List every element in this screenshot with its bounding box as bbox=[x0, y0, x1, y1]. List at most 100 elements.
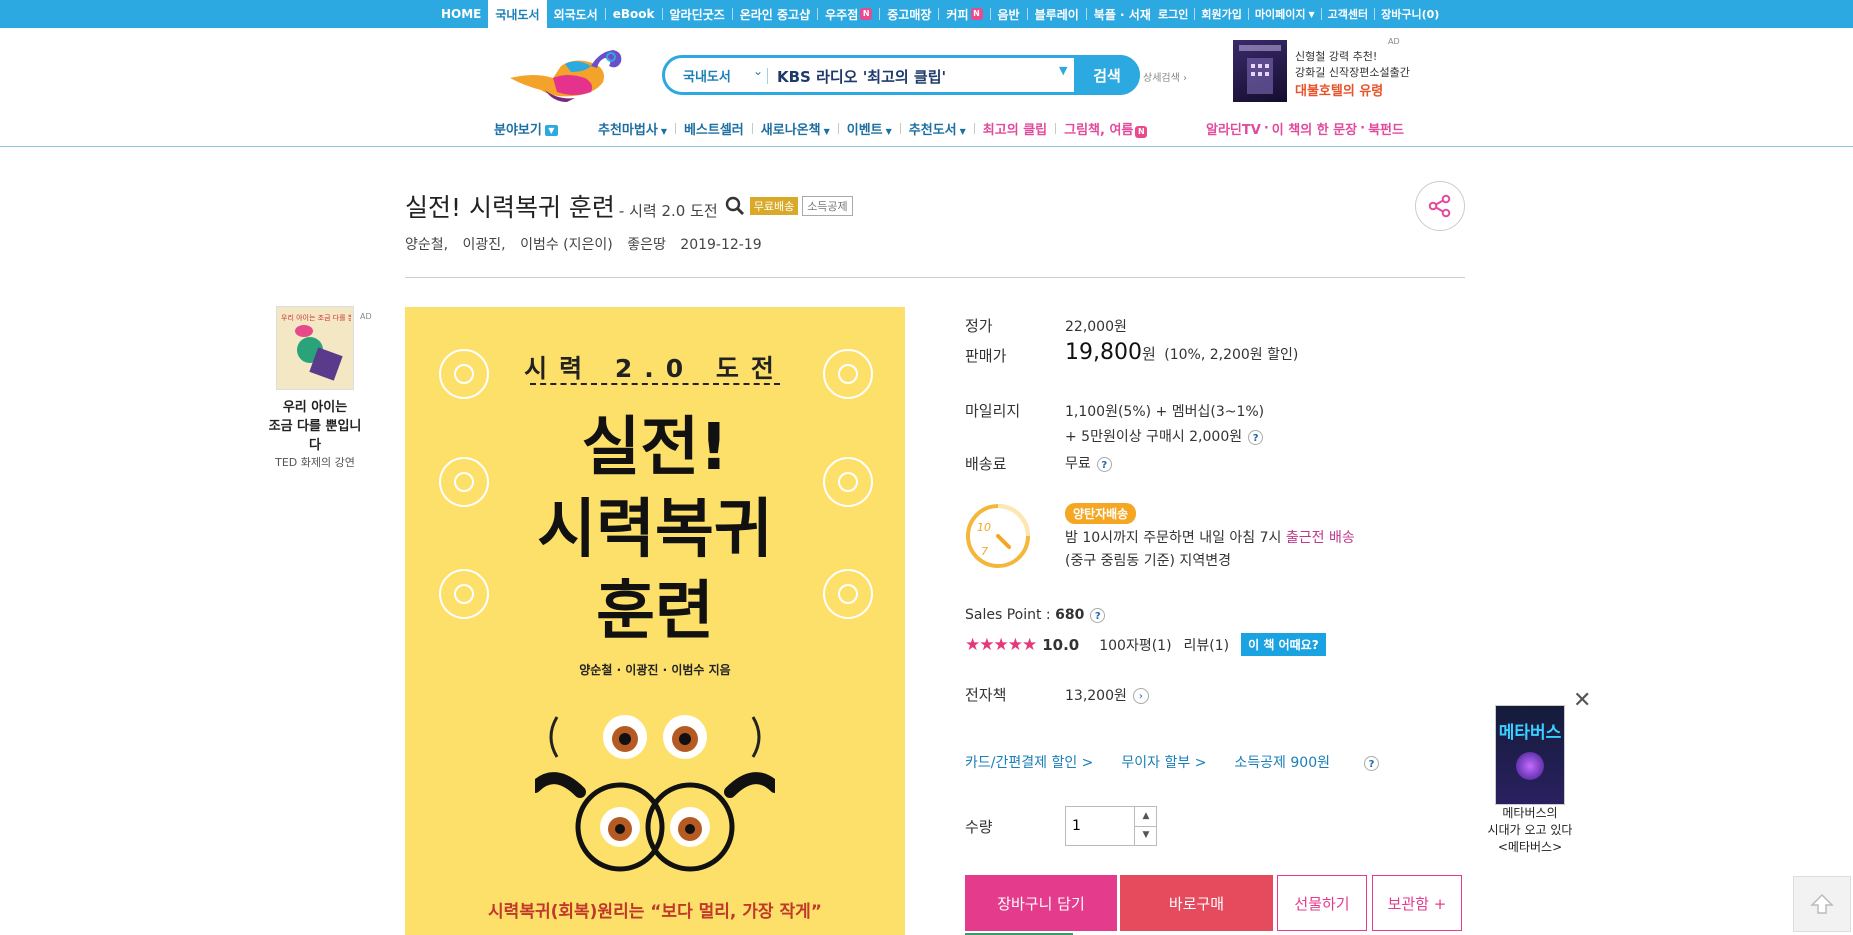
star-rating-icon: ★★★★★ bbox=[965, 634, 1037, 655]
gnb-recommend-wizard[interactable]: 추천마법사 ▼ bbox=[590, 119, 675, 138]
rating-row: ★★★★★ 10.0 100자평(1) 리뷰(1) 이 책 어때요? bbox=[965, 633, 1326, 656]
gnb-new-books-label: 새로나온책 bbox=[760, 122, 821, 138]
eye-exercise-icon bbox=[439, 569, 489, 619]
topnav-used-store[interactable]: 중고매장 bbox=[880, 0, 938, 28]
book-cover-image[interactable]: 시력 2.0 도전 실전! 시력복귀 훈련 양순철 · 이광진 · 이범수 지음… bbox=[405, 307, 905, 935]
topnav-space-store[interactable]: 우주점 N bbox=[818, 0, 879, 28]
topnav-used-shop[interactable]: 온라인 중고샵 bbox=[733, 0, 817, 28]
topnav-foreign-books[interactable]: 외국도서 bbox=[547, 0, 605, 28]
how-is-this-book-button[interactable]: 이 책 어때요? bbox=[1241, 633, 1326, 656]
cover-big-title: 실전! 시력복귀 훈련 bbox=[405, 407, 905, 653]
sales-point: Sales Point : 680? bbox=[965, 607, 1106, 623]
free-shipping-tag: 무료배송 bbox=[749, 197, 799, 215]
search-category-select[interactable]: 국내도서 bbox=[683, 66, 731, 85]
add-to-cart-button[interactable]: 장바구니 담기 bbox=[965, 875, 1117, 931]
share-button[interactable] bbox=[1415, 181, 1465, 231]
login-link[interactable]: 로그인 bbox=[1152, 0, 1194, 28]
category-nav: 분야보기 ▼ bbox=[486, 118, 566, 138]
shipping-row: 무료? bbox=[1065, 453, 1112, 473]
delivery-line-1: 밤 10시까지 주문하면 내일 아침 7시 출근전 배송 bbox=[1065, 527, 1355, 547]
gnb-new-books[interactable]: 새로나온책 ▼ bbox=[753, 119, 838, 138]
top-util-nav: 로그인 회원가입 마이페이지 ▼ 고객센터 장바구니(0) bbox=[1152, 0, 1445, 28]
tax-deduction-text: 소득공제 900원 bbox=[1234, 755, 1330, 771]
gnb-events[interactable]: 이벤트 ▼ bbox=[839, 119, 900, 138]
list-price-label: 정가 bbox=[965, 317, 993, 335]
gnb-bookfund[interactable]: 북펀드 bbox=[1365, 119, 1407, 138]
top-nav-bar: HOME 국내도서 외국도서 eBook 알라딘굿즈 온라인 중고샵 우주점 N … bbox=[0, 0, 1853, 28]
chevron-up-icon[interactable]: ▲ bbox=[1134, 807, 1157, 827]
gnb-category-browse[interactable]: 분야보기 ▼ bbox=[486, 119, 566, 138]
header-ad-banner[interactable]: 신형철 강력 추천! 강화길 신작장편소설출간 대불호텔의 유령 AD bbox=[1233, 37, 1410, 104]
reviews-link[interactable]: 리뷰(1) bbox=[1184, 635, 1230, 655]
topnav-goods[interactable]: 알라딘굿즈 bbox=[663, 0, 732, 28]
right-ad-line-1: 메타버스의 bbox=[1502, 806, 1558, 820]
advanced-search-link[interactable]: 상세검색 › bbox=[1143, 69, 1187, 84]
gnb-bestseller[interactable]: 베스트셀러 bbox=[676, 119, 752, 138]
topnav-ebook[interactable]: eBook bbox=[606, 0, 662, 28]
search-dropdown-icon[interactable]: ▼ bbox=[1059, 64, 1067, 77]
wishlist-button[interactable]: 보관함 + bbox=[1372, 875, 1462, 931]
card-discount-link[interactable]: 카드/간편결제 할인 > bbox=[965, 752, 1093, 772]
mypage-link[interactable]: 마이페이지 ▼ bbox=[1249, 0, 1321, 28]
sale-price-value: 19,800 bbox=[1065, 340, 1142, 365]
gnb-best-clip[interactable]: 최고의 클립 bbox=[975, 119, 1055, 138]
right-ad-line-2: 시대가 오고 있다 bbox=[1487, 823, 1573, 837]
installment-link[interactable]: 무이자 할부 > bbox=[1121, 752, 1206, 772]
gnb-category-label: 분야보기 bbox=[494, 122, 542, 138]
left-ad-cover-text: 우리 아이는 조금 다를 뿐입니다 bbox=[281, 314, 351, 322]
gnb-picture-books[interactable]: 그림책, 여름 N bbox=[1056, 119, 1155, 138]
cart-link[interactable]: 장바구니(0) bbox=[1375, 0, 1445, 28]
mileage-line-2: + 5만원이상 구매시 2,000원? bbox=[1065, 426, 1264, 446]
author-link[interactable]: 이범수 (지은이) bbox=[520, 237, 613, 253]
topnav-coffee[interactable]: 커피 N bbox=[939, 0, 989, 28]
chevron-right-icon[interactable]: › bbox=[1132, 688, 1149, 704]
eye-exercise-icon bbox=[823, 457, 873, 507]
search-icon[interactable] bbox=[724, 195, 746, 217]
signup-link[interactable]: 회원가입 bbox=[1195, 0, 1247, 28]
right-ad-banner[interactable]: 메타버스 메타버스의 시대가 오고 있다 <메타버스> bbox=[1484, 705, 1576, 856]
share-icon bbox=[1428, 194, 1451, 218]
author-link[interactable]: 양순철, bbox=[405, 237, 448, 253]
quantity-input[interactable] bbox=[1066, 807, 1134, 845]
help-icon[interactable]: ? bbox=[1364, 755, 1379, 771]
clock-label-7: 7 bbox=[981, 545, 988, 558]
aladin-logo[interactable] bbox=[505, 42, 627, 102]
right-ad-line-3: <메타버스> bbox=[1497, 840, 1563, 854]
buy-now-button[interactable]: 바로구매 bbox=[1120, 875, 1273, 931]
publisher-link[interactable]: 좋은땅 bbox=[627, 237, 666, 253]
gnb-events-label: 이벤트 bbox=[846, 122, 883, 138]
topnav-bookple[interactable]: 북플 · 서재 bbox=[1087, 0, 1158, 28]
chevron-down-icon[interactable]: ⌄ bbox=[753, 64, 763, 78]
topnav-bluray[interactable]: 블루레이 bbox=[1028, 0, 1086, 28]
tax-deduction-tag: 소득공제 bbox=[802, 196, 853, 216]
scroll-to-top-button[interactable] bbox=[1793, 876, 1851, 932]
clock-icon: 10 7 bbox=[966, 504, 1030, 568]
short-reviews-link[interactable]: 100자평(1) bbox=[1099, 635, 1171, 655]
new-badge: N bbox=[970, 8, 983, 20]
gift-button[interactable]: 선물하기 bbox=[1277, 875, 1367, 931]
help-icon[interactable]: ? bbox=[1090, 607, 1106, 623]
quantity-label: 수량 bbox=[965, 818, 993, 836]
publish-date: 2019-12-19 bbox=[680, 237, 762, 253]
help-icon[interactable]: ? bbox=[1096, 456, 1112, 472]
gnb-recommended[interactable]: 추천도서 ▼ bbox=[901, 119, 974, 138]
tax-deduction-link[interactable]: 소득공제 900원? bbox=[1234, 752, 1407, 772]
gnb-aladdin-tv[interactable]: 알라딘TV bbox=[1203, 119, 1264, 138]
sale-price-unit: 원 bbox=[1141, 345, 1156, 363]
help-icon[interactable]: ? bbox=[1248, 429, 1264, 445]
topnav-home[interactable]: HOME bbox=[434, 0, 488, 28]
search-button[interactable]: 검색 bbox=[1074, 55, 1140, 95]
author-link[interactable]: 이광진, bbox=[463, 237, 506, 253]
topnav-domestic-books[interactable]: 국내도서 bbox=[488, 0, 547, 28]
topnav-music[interactable]: 음반 bbox=[991, 0, 1027, 28]
left-ad-banner[interactable]: 우리 아이는 조금 다를 뿐입니다 AD 우리 아이는 조금 다를 뿐입니다 T… bbox=[265, 306, 372, 470]
search-input[interactable] bbox=[775, 62, 1079, 90]
gnb-picture-books-label: 그림책, 여름 bbox=[1064, 122, 1134, 138]
caret-down-icon: ▼ bbox=[959, 126, 966, 136]
customer-center-link[interactable]: 고객센터 bbox=[1322, 0, 1374, 28]
delivery-line-2[interactable]: (중구 중림동 기준) 지역변경 bbox=[1065, 550, 1231, 570]
gnb-one-sentence[interactable]: 이 책의 한 문장 bbox=[1269, 119, 1360, 138]
ad-line-1: 신형철 강력 추천! bbox=[1295, 50, 1378, 63]
genie-lamp-icon bbox=[510, 50, 622, 102]
chevron-down-icon[interactable]: ▼ bbox=[1134, 826, 1157, 845]
